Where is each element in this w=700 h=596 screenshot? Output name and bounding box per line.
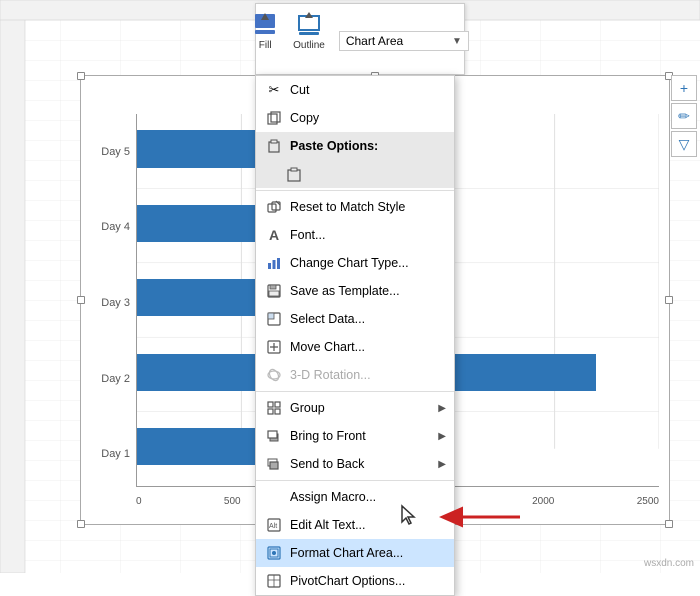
- menu-label-reset: Reset to Match Style: [290, 200, 446, 214]
- menu-item-reset[interactable]: Reset to Match Style: [256, 193, 454, 221]
- chart-area-dropdown[interactable]: Chart Area ▼: [339, 31, 469, 51]
- side-toolbar: + ✏ ▽: [671, 75, 697, 157]
- y-label-2: Day 2: [101, 373, 130, 385]
- menu-item-send-back[interactable]: Send to Back ▶: [256, 450, 454, 478]
- menu-item-move-chart[interactable]: Move Chart...: [256, 333, 454, 361]
- menu-item-format-chart[interactable]: Format Chart Area...: [256, 539, 454, 567]
- menu-item-bring-front[interactable]: Bring to Front ▶: [256, 422, 454, 450]
- paste-sub-icon: [284, 164, 304, 184]
- menu-label-cut: Cut: [290, 83, 446, 97]
- cut-icon: ✂: [264, 80, 284, 100]
- menu-item-cut[interactable]: ✂ Cut: [256, 76, 454, 104]
- x-label-500: 500: [224, 496, 241, 507]
- outline-icon: [295, 10, 323, 38]
- group-icon: [264, 398, 284, 418]
- separator-1: [256, 190, 454, 191]
- add-element-button[interactable]: +: [671, 75, 697, 101]
- edit-button[interactable]: ✏: [671, 103, 697, 129]
- menu-label-pivotchart: PivotChart Options...: [290, 574, 446, 588]
- assign-macro-icon: [264, 487, 284, 507]
- handle-top-left: [77, 72, 85, 80]
- filter-button[interactable]: ▽: [671, 131, 697, 157]
- copy-icon: [264, 108, 284, 128]
- 3d-icon: [264, 365, 284, 385]
- menu-label-assign-macro: Assign Macro...: [290, 490, 446, 504]
- font-icon: A: [264, 225, 284, 245]
- menu-item-edit-alt[interactable]: Alt Edit Alt Text...: [256, 511, 454, 539]
- menu-item-copy[interactable]: Copy: [256, 104, 454, 132]
- menu-label-move-chart: Move Chart...: [290, 340, 446, 354]
- send-back-icon: [264, 454, 284, 474]
- separator-3: [256, 480, 454, 481]
- move-chart-icon: [264, 337, 284, 357]
- outline-group[interactable]: Outline: [293, 10, 325, 51]
- paste-icon: [264, 136, 284, 156]
- menu-label-format-chart: Format Chart Area...: [290, 546, 446, 560]
- menu-item-pivotchart[interactable]: PivotChart Options...: [256, 567, 454, 595]
- menu-item-paste-options[interactable]: Paste Options:: [256, 132, 454, 160]
- fill-icon: [251, 10, 279, 38]
- menu-item-save-template[interactable]: Save as Template...: [256, 277, 454, 305]
- outline-label: Outline: [293, 40, 325, 51]
- menu-label-edit-alt: Edit Alt Text...: [290, 518, 446, 532]
- y-label-1: Day 1: [101, 448, 130, 460]
- add-icon: +: [680, 80, 688, 96]
- ribbon-icons-row: Fill Outline Chart Area ▼: [241, 4, 479, 53]
- menu-label-font: Font...: [290, 228, 446, 242]
- x-label-2000: 2000: [532, 496, 554, 507]
- y-axis: Day 1 Day 2 Day 3 Day 4 Day 5: [81, 114, 136, 492]
- filter-icon: ▽: [679, 136, 690, 153]
- menu-item-font[interactable]: A Font...: [256, 221, 454, 249]
- watermark: wsxdn.com: [644, 558, 694, 569]
- menu-item-3d-rotation[interactable]: 3-D Rotation...: [256, 361, 454, 389]
- menu-label-send-back: Send to Back: [290, 457, 438, 471]
- select-data-icon: [264, 309, 284, 329]
- group-arrow: ▶: [438, 403, 446, 414]
- menu-label-paste: Paste Options:: [290, 139, 446, 153]
- menu-label-3d: 3-D Rotation...: [290, 368, 446, 382]
- bring-front-arrow: ▶: [438, 431, 446, 442]
- x-label-2500: 2500: [637, 496, 659, 507]
- ribbon-toolbar: Fill Outline Chart Area ▼: [255, 3, 465, 75]
- menu-item-select-data[interactable]: Select Data...: [256, 305, 454, 333]
- separator-2: [256, 391, 454, 392]
- menu-item-assign-macro[interactable]: Assign Macro...: [256, 483, 454, 511]
- pencil-icon: ✏: [678, 108, 690, 125]
- svg-text:Alt: Alt: [269, 523, 277, 530]
- menu-item-group[interactable]: Group ▶: [256, 394, 454, 422]
- menu-item-change-chart[interactable]: Change Chart Type...: [256, 249, 454, 277]
- x-label-0: 0: [136, 496, 142, 507]
- menu-item-paste-sub[interactable]: [256, 160, 454, 188]
- y-label-5: Day 5: [101, 146, 130, 158]
- format-chart-icon: [264, 543, 284, 563]
- edit-alt-icon: Alt: [264, 515, 284, 535]
- menu-label-change-chart: Change Chart Type...: [290, 256, 446, 270]
- y-label-4: Day 4: [101, 221, 130, 233]
- fill-label: Fill: [259, 40, 272, 51]
- menu-label-select-data: Select Data...: [290, 312, 446, 326]
- chart-area-dropdown-label: Chart Area: [346, 34, 403, 48]
- pivotchart-icon: [264, 571, 284, 591]
- menu-label-group: Group: [290, 401, 438, 415]
- menu-label-save-template: Save as Template...: [290, 284, 446, 298]
- send-back-arrow: ▶: [438, 459, 446, 470]
- change-chart-icon: [264, 253, 284, 273]
- y-label-3: Day 3: [101, 297, 130, 309]
- menu-label-copy: Copy: [290, 111, 446, 125]
- fill-group[interactable]: Fill: [251, 10, 279, 51]
- save-template-icon: [264, 281, 284, 301]
- arrow-pointer: [435, 502, 525, 535]
- bring-front-icon: [264, 426, 284, 446]
- reset-icon: [264, 197, 284, 217]
- arrow-svg: [435, 502, 525, 532]
- dropdown-arrow: ▼: [452, 36, 462, 47]
- menu-label-bring-front: Bring to Front: [290, 429, 438, 443]
- context-menu: ✂ Cut Copy Paste Options: Reset to Match…: [255, 75, 455, 596]
